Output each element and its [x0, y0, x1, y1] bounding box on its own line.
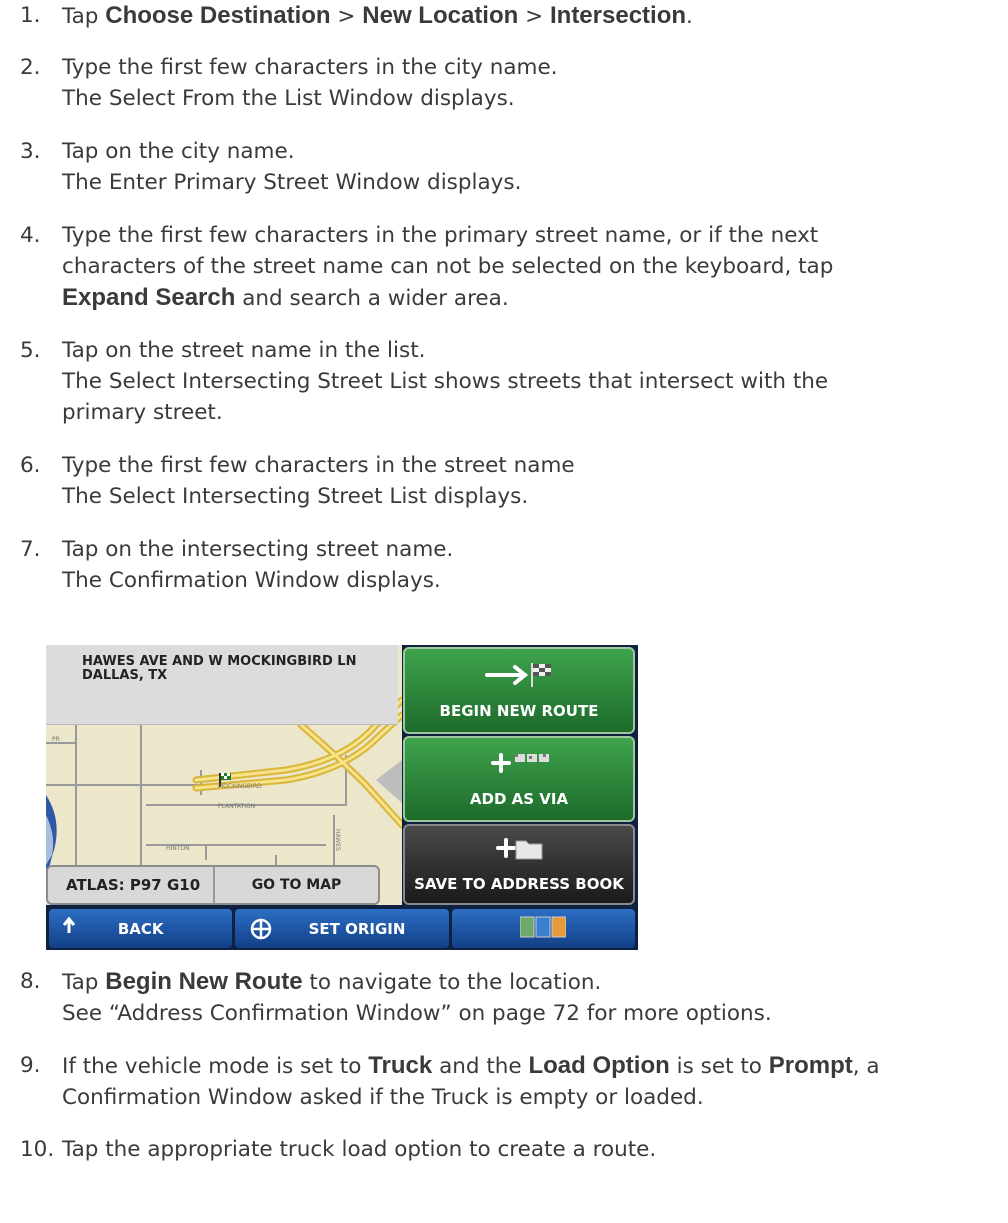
step-number: 5.: [20, 338, 41, 363]
crosshair-icon: [249, 917, 273, 945]
atlas-reference: ATLAS: P97 G10: [66, 876, 201, 894]
back-button[interactable]: BACK: [49, 909, 233, 948]
step-number: 6.: [20, 453, 41, 478]
step-result: The Enter Primary Street Window displays…: [62, 170, 522, 195]
step-number: 2.: [20, 55, 41, 80]
go-to-map-button[interactable]: GO TO MAP: [213, 867, 378, 903]
map-label-mockingbird: MOCKINGBIRD: [218, 783, 262, 790]
step-1: 1. Tap Choose Destination > New Location…: [20, 0, 1005, 32]
step-text: .: [686, 4, 693, 29]
step-number: 3.: [20, 139, 41, 164]
step-text: , a: [852, 1054, 880, 1079]
step-text: Tap on the intersecting street name.: [62, 537, 454, 562]
keyword-new-location: New Location: [362, 2, 519, 29]
add-via-flags-icon: [479, 748, 559, 778]
step-number: 8.: [20, 969, 41, 994]
step-9: 9. If the vehicle mode is set to Truck a…: [20, 1050, 1005, 1113]
step-number: 4.: [20, 223, 41, 248]
step-text: and search a wider area.: [235, 286, 509, 311]
keyword-expand-search: Expand Search: [62, 284, 236, 311]
step-text: Type the first few characters in the str…: [62, 453, 575, 478]
step-3: 3. Tap on the city name. The Enter Prima…: [20, 136, 1005, 198]
address-street: HAWES AVE AND W MOCKINGBIRD LN: [82, 654, 357, 669]
map-label-pr: PR: [52, 736, 60, 743]
step-result: See “Address Confirmation Window” on pag…: [62, 1001, 772, 1026]
step-result: The Select From the List Window displays…: [62, 86, 515, 111]
step-text: If the vehicle mode is set to: [62, 1054, 369, 1079]
step-text: Confirmation Window asked if the Truck i…: [62, 1085, 704, 1110]
step-text: and the: [432, 1054, 529, 1079]
step-10: 10. Tap the appropriate truck load optio…: [20, 1134, 1005, 1165]
step-7: 7. Tap on the intersecting street name. …: [20, 534, 1005, 596]
set-origin-button[interactable]: SET ORIGIN: [235, 909, 449, 948]
back-arrow-icon: [61, 915, 81, 941]
map-menu-button[interactable]: [451, 909, 635, 948]
begin-new-route-label: BEGIN NEW ROUTE: [439, 702, 599, 720]
step-text: Tap: [62, 4, 106, 29]
step-text: Type the first few characters in the pri…: [62, 223, 819, 248]
keyword-prompt: Prompt: [768, 1052, 853, 1079]
route-arrow-flag-icon: [479, 660, 559, 690]
map-label-hinton: HINTON: [166, 845, 190, 852]
keyword-choose-destination: Choose Destination: [105, 2, 331, 29]
atlas-bar: ATLAS: P97 G10 GO TO MAP: [46, 865, 380, 905]
step-text: >: [518, 4, 550, 29]
step-text: Tap the appropriate truck load option to…: [62, 1137, 657, 1162]
back-label: BACK: [117, 919, 164, 938]
step-number: 10.: [20, 1137, 55, 1162]
step-text: characters of the street name can not be…: [62, 254, 834, 279]
bottom-toolbar: BACK SET ORIGIN: [46, 907, 638, 950]
add-as-via-button[interactable]: ADD AS VIA: [403, 736, 635, 822]
map-thumbnails-icon: [519, 915, 567, 943]
confirmation-window-screenshot: MOCKINGBIRD PLANTATION HINTON PR HAWES H…: [46, 645, 638, 950]
step-5: 5. Tap on the street name in the list. T…: [20, 335, 1005, 428]
map-label-plantation: PLANTATION: [218, 803, 255, 810]
step-text: Tap on the street name in the list.: [62, 338, 426, 363]
step-text: Tap on the city name.: [62, 139, 295, 164]
step-text: >: [330, 4, 363, 29]
save-to-address-book-button[interactable]: SAVE TO ADDRESS BOOK: [403, 824, 635, 905]
step-6: 6. Type the first few characters in the …: [20, 450, 1005, 512]
map-view[interactable]: MOCKINGBIRD PLANTATION HINTON PR HAWES H…: [46, 645, 402, 905]
keyword-truck: Truck: [368, 1052, 433, 1079]
step-result: The Confirmation Window displays.: [62, 568, 441, 593]
step-2: 2. Type the first few characters in the …: [20, 52, 1005, 114]
begin-new-route-button[interactable]: BEGIN NEW ROUTE: [403, 647, 635, 734]
keyword-intersection: Intersection: [549, 2, 687, 29]
step-text: is set to: [669, 1054, 769, 1079]
map-label-hawes: HAWES: [334, 829, 341, 851]
step-text: Tap: [62, 970, 106, 995]
step-text: Type the first few characters in the cit…: [62, 55, 558, 80]
add-folder-icon: [484, 833, 554, 863]
step-number: 1.: [20, 3, 41, 28]
address-panel: HAWES AVE AND W MOCKINGBIRD LN DALLAS, T…: [46, 645, 398, 725]
step-number: 9.: [20, 1053, 41, 1078]
save-to-address-book-label: SAVE TO ADDRESS BOOK: [414, 875, 624, 893]
add-as-via-label: ADD AS VIA: [469, 790, 569, 808]
address-city: DALLAS, TX: [82, 668, 168, 683]
keyword-load-option: Load Option: [528, 1052, 670, 1079]
step-result: The Select Intersecting Street List disp…: [62, 484, 529, 509]
step-4: 4. Type the first few characters in the …: [20, 220, 1005, 314]
step-8: 8. Tap Begin New Route to navigate to th…: [20, 966, 1005, 1029]
set-origin-label: SET ORIGIN: [308, 919, 406, 938]
keyword-begin-new-route: Begin New Route: [105, 968, 303, 995]
step-result: The Select Intersecting Street List show…: [62, 369, 829, 394]
step-number: 7.: [20, 537, 41, 562]
step-result: primary street.: [62, 400, 223, 425]
step-text: to navigate to the location.: [302, 970, 602, 995]
